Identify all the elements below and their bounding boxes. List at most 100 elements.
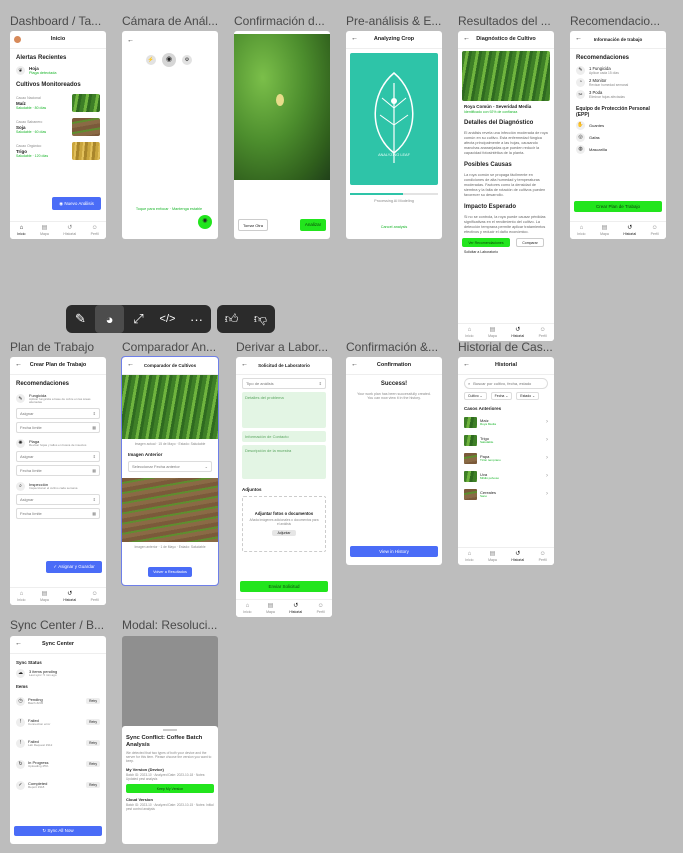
list-item[interactable]: Maíz Roya Media › [464,415,548,430]
tab-mapa[interactable]: ▤ Mapa [600,225,609,236]
tab-inicio[interactable]: ⌂ Inicio [243,603,251,614]
back-icon[interactable]: ← [127,361,134,370]
frame-title-sync[interactable]: Sync Center / B... [10,618,108,632]
back-icon[interactable]: ← [15,361,22,370]
tab-historial[interactable]: ↺ Historial [289,603,302,614]
lab-request-link[interactable]: Solicitar a Laboratorio [464,250,548,254]
date-field[interactable]: Fecha límite ▦ [16,465,100,476]
frame-title-comparator[interactable]: Comparador An... [122,340,220,354]
cancel-analysis-link[interactable]: Cancel analysis [350,225,438,230]
new-analysis-button[interactable]: ◉ Nuevo Análisis [52,197,101,210]
previous-date-select[interactable]: Seleccionar Fecha anterior ⌄ [128,460,212,472]
drag-handle[interactable] [163,729,177,731]
tab-perfil[interactable]: ☺ Perfil [539,551,547,562]
filter-chip[interactable]: Cultivo ⌄ [464,392,487,401]
attach-button[interactable]: Adjuntar [272,530,296,537]
frame-title-camera[interactable]: Cámara de Anál... [122,14,220,28]
sample-description-field[interactable]: Descripción de la muestra [242,445,326,479]
recommendations-button[interactable]: Ver Recomendaciones [462,238,510,248]
palette-icon[interactable]: ◕ [95,305,124,333]
tab-inicio[interactable]: ⌂ Inicio [465,327,473,338]
list-item[interactable]: Trigo Saludable › [464,433,548,448]
compare-button[interactable]: Comparar [516,238,544,248]
shutter-button[interactable]: ◉ [198,215,212,229]
tab-perfil[interactable]: ☺ Perfil [317,603,325,614]
frame-title-dashboard[interactable]: Dashboard / Ta... [10,14,108,28]
send-request-button[interactable]: Enviar Solicitud [240,581,328,592]
tab-inicio[interactable]: ⌂ Inicio [17,225,25,236]
tab-mapa[interactable]: ▤ Mapa [266,603,275,614]
tab-historial[interactable]: ↺ Historial [511,551,524,562]
list-item[interactable]: Papa Tizón temprano › [464,451,548,466]
rec-item[interactable]: ◔ 2 Monitor Revisar humedad semanal [576,78,660,87]
list-item[interactable]: Cereales Sano › [464,487,548,502]
search-input[interactable]: ⌕ Buscar por cultivo, fecha, estado [464,378,548,389]
frame-title-lab[interactable]: Derivar a Labor... [236,340,334,354]
code-icon[interactable]: </> [153,305,182,333]
back-to-results-button[interactable]: Volver a Resultados [148,567,192,577]
sync-all-button[interactable]: ↻ Sync All Now [14,826,102,836]
analysis-type-select[interactable]: Tipo de análisis ⇕ [242,378,326,389]
frame-title-history[interactable]: Historial de Cas... [458,340,556,354]
tab-inicio[interactable]: ⌂ Inicio [17,591,25,602]
assign-select[interactable]: Asignar ⇕ [16,408,100,419]
edit-icon[interactable]: ✎ [66,305,95,333]
retry-button[interactable]: Retry [86,761,100,768]
crop-card[interactable]: Cacao Sabanero Soja Saludable · 60 días [16,116,100,138]
retry-button[interactable]: Retry [86,740,100,747]
keep-mine-button[interactable]: Keep My Version [126,784,214,794]
assign-save-button[interactable]: ✓ Asignar y Guardar [46,561,102,573]
frame-title-confirmation[interactable]: Confirmación &... [346,340,444,354]
avatar[interactable] [14,36,21,43]
tab-mapa[interactable]: ▤ Mapa [40,591,49,602]
crop-card[interactable]: Cacao Nacional Maíz Saludable · 80 días [16,92,100,114]
back-icon[interactable]: ← [15,640,22,649]
frame-title-work-plan[interactable]: Plan de Trabajo [10,340,108,354]
tab-perfil[interactable]: ☺ Perfil [91,591,99,602]
tab-inicio[interactable]: ⌂ Inicio [577,225,585,236]
retake-button[interactable]: Tomar Otra [238,219,268,231]
assign-select[interactable]: Asignar ⇕ [16,451,100,462]
alert-item[interactable]: ❦ Hoja Plaga detectada [16,66,100,76]
problem-details-field[interactable]: Detalles del problema [242,392,326,428]
tab-perfil[interactable]: ☺ Perfil [651,225,659,236]
expand-icon[interactable]: ⤢ [124,305,153,333]
tab-mapa[interactable]: ▤ Mapa [488,327,497,338]
tab-historial[interactable]: ↺ Historial [63,591,76,602]
filter-chip[interactable]: Estado ⌄ [516,392,540,401]
back-icon[interactable]: ← [575,35,582,44]
more-icon[interactable]: ··· [182,305,211,333]
rec-item[interactable]: ✎ 1 Fungicida Aplicar cada 15 días [576,66,660,75]
back-icon[interactable]: ← [351,35,358,44]
tab-perfil[interactable]: ☺ Perfil [91,225,99,236]
rec-item[interactable]: ✂ 3 Poda Eliminar hojas afectadas [576,90,660,99]
back-icon[interactable]: ← [127,37,134,46]
contact-field[interactable]: Información de Contacto [242,431,326,442]
upload-dropzone[interactable]: Adjuntar fotos o documentos Añada imágen… [242,495,326,552]
frame-title-modal[interactable]: Modal: Resoluci... [122,618,220,632]
frame-title-recommendations[interactable]: Recomendacio... [570,14,668,28]
filter-chip[interactable]: Fecha ⌄ [490,392,513,401]
frame-title-pre-analysis[interactable]: Pre-análisis & E... [346,14,444,28]
back-icon[interactable]: ← [351,361,358,370]
crop-card[interactable]: Cacao Orgánico Trigo Saludable · 120 días [16,140,100,162]
tab-mapa[interactable]: ▤ Mapa [488,551,497,562]
list-item[interactable]: Uva Mildiú polvoso › [464,469,548,484]
frame-title-results[interactable]: Resultados del ... [458,14,556,28]
assign-select[interactable]: Asignar ⇕ [16,494,100,505]
camera-icon[interactable]: ◉ [162,53,176,67]
date-field[interactable]: Fecha límite ▦ [16,508,100,519]
back-icon[interactable]: ← [463,35,470,44]
tab-historial[interactable]: ↺ Historial [63,225,76,236]
retry-button[interactable]: Retry [86,698,100,705]
tab-historial[interactable]: ↺ Historial [511,327,524,338]
back-icon[interactable]: ← [241,361,248,370]
back-icon[interactable]: ← [463,361,470,370]
flash-icon[interactable]: ⚡ [146,55,156,65]
date-field[interactable]: Fecha límite ▦ [16,422,100,433]
thumbs-up-icon[interactable]: 👍︎ [217,305,246,333]
view-history-button[interactable]: View in History [350,546,438,557]
analyze-button[interactable]: Analizar [300,219,326,231]
tab-historial[interactable]: ↺ Historial [623,225,636,236]
tab-inicio[interactable]: ⌂ Inicio [465,551,473,562]
